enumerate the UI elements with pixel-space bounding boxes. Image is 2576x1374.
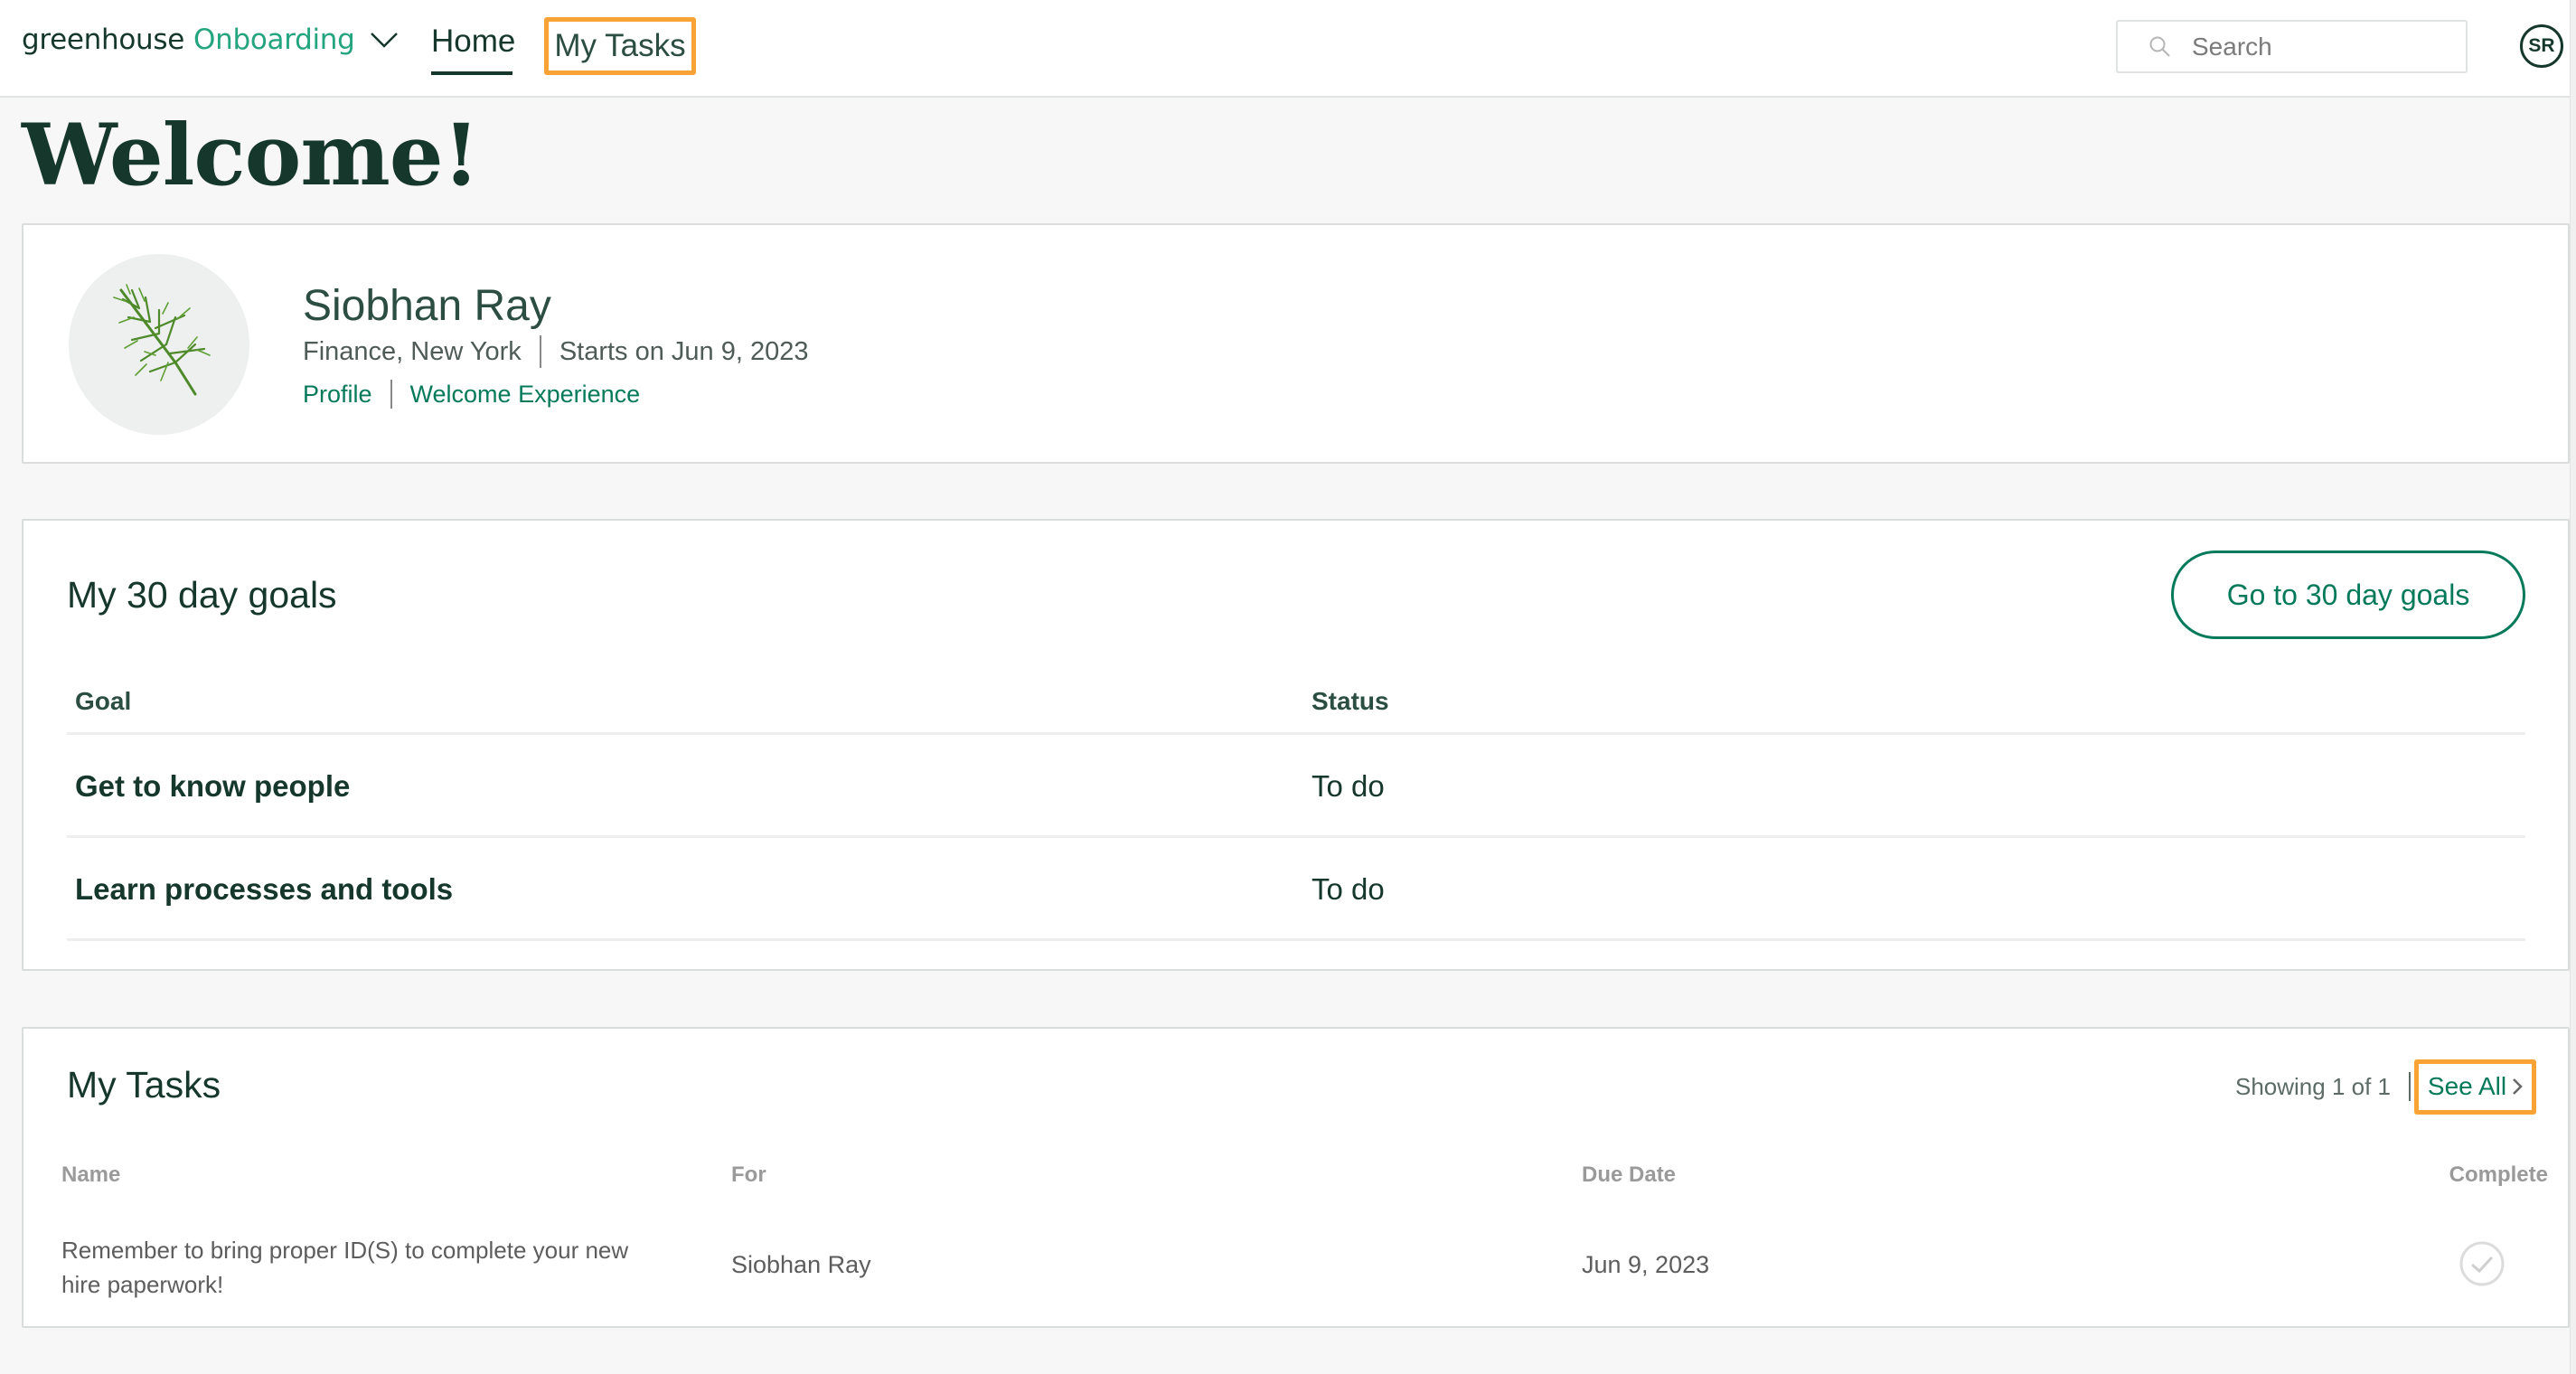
goal-status: To do [1312, 872, 1385, 906]
chevron-down-icon[interactable] [370, 31, 399, 49]
task-due-date: Jun 9, 2023 [1582, 1251, 1710, 1278]
active-tab-indicator [431, 71, 512, 75]
user-avatar-button[interactable]: SR [2520, 24, 2563, 68]
column-header-due-date: Due Date [1582, 1162, 1677, 1187]
page-scrollbar[interactable] [2570, 0, 2576, 1374]
divider [539, 335, 541, 368]
tasks-pagination: Showing 1 of 1 See All [2234, 1059, 2536, 1115]
goals-table: Goal Status Get to know people To do Lea… [67, 674, 2525, 941]
tasks-title: My Tasks [67, 1064, 221, 1106]
column-header-for: For [731, 1162, 766, 1187]
nav-tab-home[interactable]: Home [431, 22, 515, 61]
see-all-link[interactable]: See All [2414, 1059, 2536, 1115]
column-header-goal: Goal [75, 687, 132, 715]
start-date: Starts on Jun 9, 2023 [559, 336, 809, 366]
department-location: Finance, New York [303, 336, 522, 366]
see-all-label: See All [2427, 1072, 2507, 1100]
profile-link[interactable]: Profile [303, 381, 372, 409]
goal-row[interactable]: Get to know people To do [67, 735, 2525, 838]
welcome-experience-link[interactable]: Welcome Experience [410, 381, 641, 409]
profile-avatar [69, 254, 249, 435]
search-icon [2149, 36, 2170, 57]
page-title: Welcome! [22, 106, 480, 205]
goals-table-header: Goal Status [67, 674, 2525, 735]
search-input[interactable] [2192, 32, 2445, 61]
showing-count: Showing 1 of 1 [2234, 1072, 2391, 1100]
divider [2409, 1072, 2411, 1101]
user-initials: SR [2528, 35, 2555, 56]
goal-status: To do [1312, 769, 1385, 803]
brand-name: greenhouse [22, 24, 185, 56]
column-header-status: Status [1312, 687, 1389, 715]
column-header-complete: Complete [2449, 1162, 2548, 1187]
top-navigation-bar: greenhouse Onboarding Home My Tasks SR [0, 0, 2570, 98]
goals-title: My 30 day goals [67, 574, 337, 616]
complete-checkmark-icon[interactable] [2458, 1240, 2505, 1287]
goal-row[interactable]: Learn processes and tools To do [67, 838, 2525, 941]
goal-name[interactable]: Get to know people [75, 769, 350, 804]
divider [390, 380, 392, 409]
profile-card: Siobhan Ray Finance, New York Starts on … [22, 223, 2570, 464]
task-assignee: Siobhan Ray [731, 1251, 871, 1278]
goal-name[interactable]: Learn processes and tools [75, 872, 453, 907]
task-name[interactable]: Remember to bring proper ID(S) to comple… [61, 1233, 640, 1302]
employee-name: Siobhan Ray [303, 282, 551, 330]
tasks-card: My Tasks Showing 1 of 1 See All Name For… [22, 1027, 2570, 1328]
dill-sprig-image [113, 284, 211, 396]
employee-details: Finance, New York Starts on Jun 9, 2023 [303, 334, 809, 370]
nav-tab-my-tasks[interactable]: My Tasks [544, 17, 696, 75]
goals-card: My 30 day goals Go to 30 day goals Goal … [22, 519, 2570, 971]
column-header-name: Name [61, 1162, 121, 1187]
profile-links: Profile Welcome Experience [303, 378, 640, 410]
product-switcher[interactable]: greenhouse Onboarding [22, 20, 399, 60]
chevron-right-icon [2513, 1078, 2523, 1095]
search-box[interactable] [2116, 20, 2468, 73]
go-to-30-day-goals-button[interactable]: Go to 30 day goals [2171, 551, 2525, 639]
nav-tab-my-tasks-label: My Tasks [554, 28, 686, 63]
product-name: Onboarding [193, 24, 355, 56]
